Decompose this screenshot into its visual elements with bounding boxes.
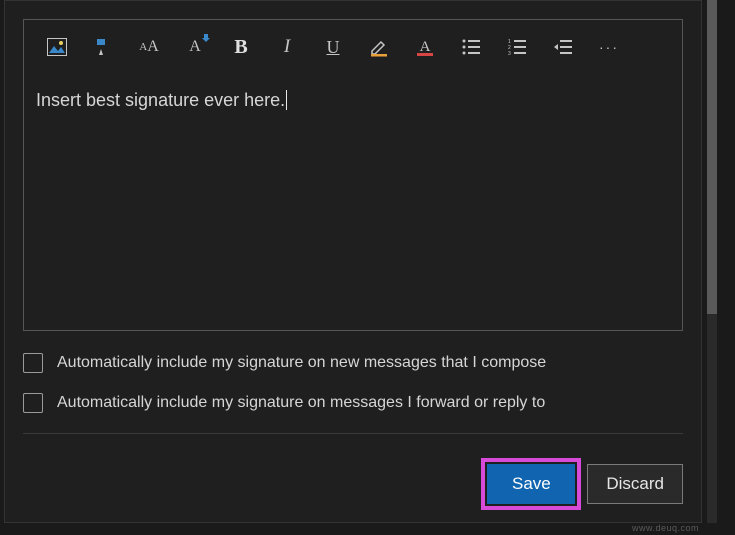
svg-text:3: 3: [508, 51, 511, 55]
discard-button[interactable]: Discard: [587, 464, 683, 504]
text-caret: [286, 90, 287, 110]
more-icon[interactable]: ···: [598, 36, 620, 58]
settings-panel: AA A B I U A: [4, 0, 702, 523]
bold-icon[interactable]: B: [230, 36, 252, 58]
bulleted-list-icon[interactable]: [460, 36, 482, 58]
scrollbar-thumb[interactable]: [707, 0, 717, 314]
editor-content-area[interactable]: Insert best signature ever here.: [24, 68, 682, 123]
highlight-icon[interactable]: [368, 36, 390, 58]
button-label: Save: [512, 474, 551, 494]
checkbox-icon[interactable]: [23, 393, 43, 413]
numbered-list-icon[interactable]: 1 2 3: [506, 36, 528, 58]
option-label: Automatically include my signature on ne…: [57, 354, 546, 372]
button-label: Discard: [606, 474, 664, 494]
option-new-messages[interactable]: Automatically include my signature on ne…: [23, 343, 683, 383]
watermark: www.deuq.com: [632, 523, 699, 533]
option-label: Automatically include my signature on me…: [57, 394, 545, 412]
font-size-icon[interactable]: AA: [138, 36, 160, 58]
signature-editor: AA A B I U A: [23, 19, 683, 331]
format-painter-icon[interactable]: [92, 36, 114, 58]
insert-image-icon[interactable]: [46, 36, 68, 58]
outdent-icon[interactable]: [552, 36, 574, 58]
svg-text:A: A: [420, 39, 431, 55]
underline-icon[interactable]: U: [322, 36, 344, 58]
editor-toolbar: AA A B I U A: [24, 20, 682, 68]
footer-actions: Save Discard: [487, 464, 683, 504]
divider: [23, 433, 683, 434]
option-forward-reply[interactable]: Automatically include my signature on me…: [23, 383, 683, 423]
italic-icon[interactable]: I: [276, 36, 298, 58]
font-color-icon[interactable]: A: [414, 36, 436, 58]
editor-text: Insert best signature ever here.: [36, 90, 285, 110]
scrollbar[interactable]: [707, 0, 717, 523]
save-button[interactable]: Save: [487, 464, 575, 504]
font-size-decrease-icon[interactable]: A: [184, 36, 206, 58]
checkbox-icon[interactable]: [23, 353, 43, 373]
signature-options: Automatically include my signature on ne…: [23, 343, 683, 423]
